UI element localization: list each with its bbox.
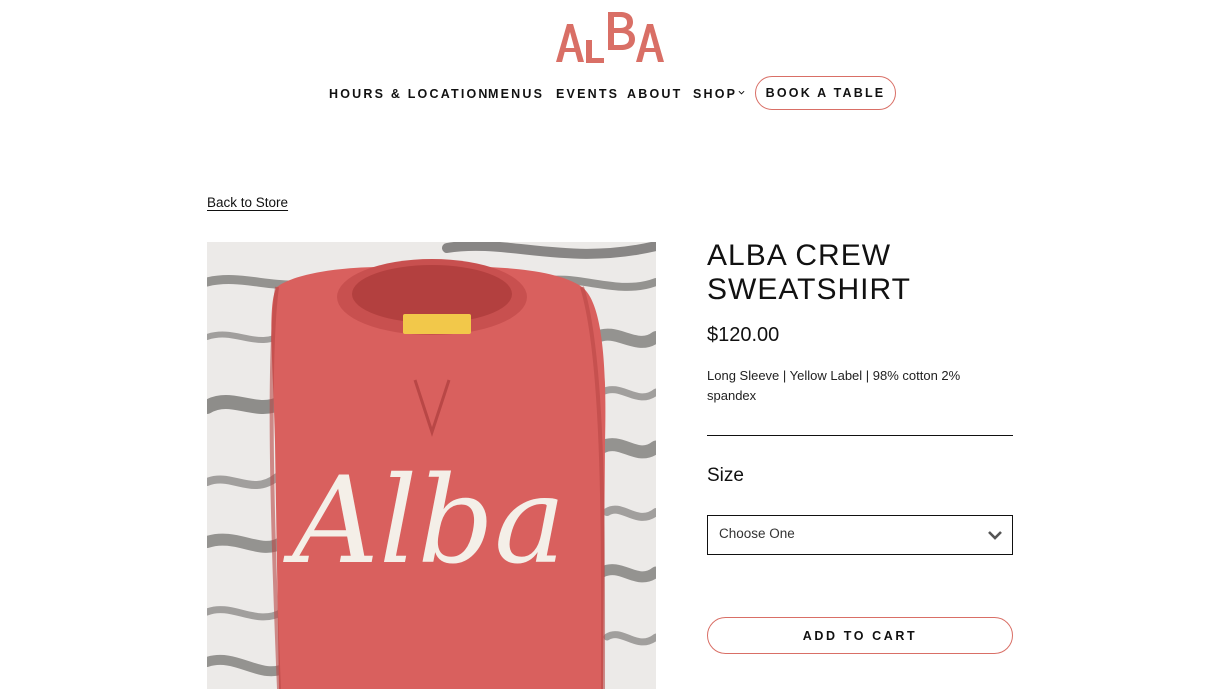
nav-events[interactable]: EVENTS: [556, 86, 619, 102]
nav-menus[interactable]: MENUS: [488, 86, 544, 102]
alba-logo[interactable]: [556, 10, 666, 66]
product-description: Long Sleeve | Yellow Label | 98% cotton …: [707, 368, 961, 403]
nav-hours-location[interactable]: HOURS & LOCATION: [329, 86, 490, 102]
chevron-down-icon: [988, 531, 1002, 540]
nav-shop[interactable]: SHOP: [693, 86, 745, 102]
chevron-down-icon: [738, 90, 745, 95]
divider: [707, 435, 1013, 436]
main-nav: HOURS & LOCATION MENUS EVENTS ABOUT SHOP…: [0, 76, 1219, 114]
product-price: $120.00: [707, 324, 780, 346]
sweatshirt-image: Alba: [207, 242, 656, 689]
size-label: Size: [707, 465, 744, 486]
product-title: ALBA CREW SWEATSHIRT: [707, 239, 911, 306]
back-to-store-link[interactable]: Back to Store: [207, 195, 288, 210]
product-image[interactable]: Alba: [207, 242, 656, 689]
nav-shop-label: SHOP: [693, 87, 738, 101]
size-select[interactable]: Choose One: [707, 515, 1013, 555]
size-select-value: Choose One: [719, 526, 795, 541]
sweatshirt-script-text: Alba: [282, 452, 565, 591]
add-to-cart-button[interactable]: ADD TO CART: [707, 617, 1013, 654]
nav-about[interactable]: ABOUT: [627, 86, 682, 102]
book-a-table-button[interactable]: BOOK A TABLE: [755, 76, 896, 110]
product-page: HOURS & LOCATION MENUS EVENTS ABOUT SHOP…: [0, 0, 1219, 689]
